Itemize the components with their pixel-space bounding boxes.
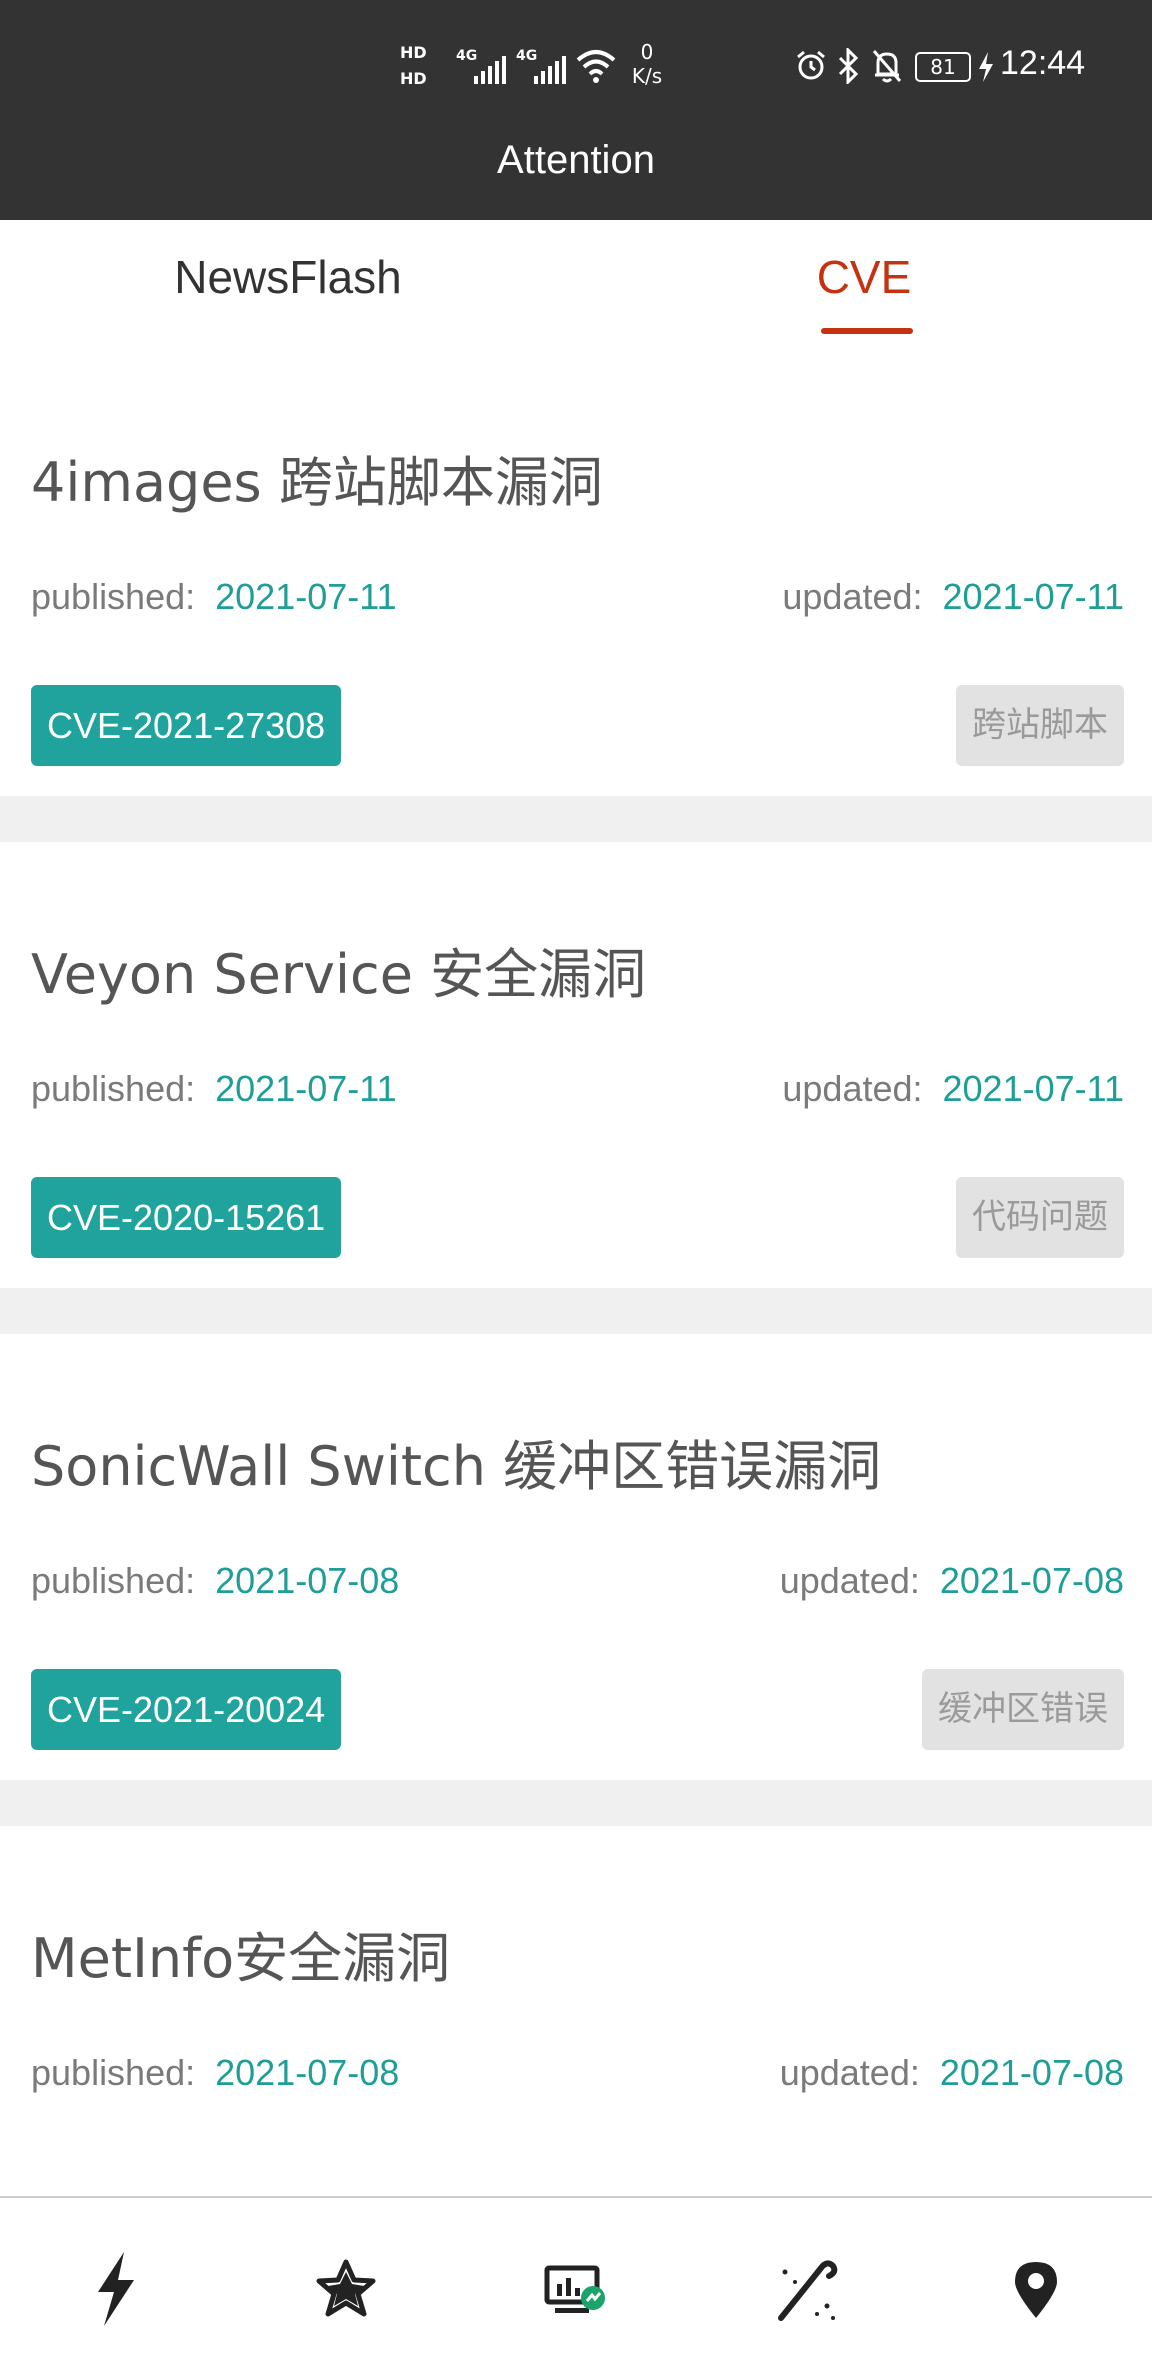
cve-list: 4images 跨站脚本漏洞 published: 2021-07-11 upda… (0, 350, 1152, 2272)
published-info: published: 2021-07-08 (31, 2052, 399, 2094)
signal-bars-icon (474, 56, 506, 84)
hd1-label: HD (400, 43, 427, 62)
published-date: 2021-07-11 (215, 1068, 397, 1109)
clock: 12:44 (1000, 44, 1086, 82)
wifi-icon (576, 50, 616, 83)
tab-cve[interactable]: CVE (576, 250, 1152, 304)
nav-newsflash[interactable] (80, 2248, 150, 2328)
tab-bar: NewsFlash CVE (0, 220, 1152, 350)
published-label: published: (31, 576, 196, 617)
wand-icon (778, 2260, 838, 2321)
mute-bell-icon (872, 50, 902, 83)
published-date: 2021-07-08 (215, 1560, 400, 1601)
updated-date: 2021-07-08 (939, 2052, 1124, 2093)
item-title: MetInfo安全漏洞 (31, 1927, 451, 1990)
active-tab-indicator (821, 328, 913, 334)
page-title: Attention (497, 138, 655, 182)
nav-location[interactable] (1001, 2248, 1071, 2328)
item-title: SonicWall Switch 缓冲区错误漏洞 (31, 1435, 882, 1498)
cve-id-badge[interactable]: CVE-2020-15261 (31, 1177, 342, 1258)
updated-date: 2021-07-08 (939, 1560, 1124, 1601)
updated-label: updated: (779, 2052, 920, 2093)
location-pin-icon (1015, 2262, 1057, 2318)
battery-indicator: 81 (915, 52, 971, 82)
cve-id-badge[interactable]: CVE-2021-20024 (31, 1669, 342, 1750)
updated-label: updated: (779, 1560, 920, 1601)
published-info: published: 2021-07-11 (31, 1068, 397, 1110)
charging-icon (979, 52, 993, 82)
published-label: published: (31, 1068, 196, 1109)
published-label: published: (31, 2052, 196, 2093)
nav-tools[interactable] (771, 2248, 841, 2328)
status-bar: HD HD 4G 4G 0 K/s 81 12:44 (0, 0, 1152, 135)
lightning-icon (98, 2252, 134, 2326)
hd2-label: HD (400, 69, 427, 88)
speed-value: 0 (640, 40, 654, 64)
updated-info: updated: 2021-07-11 (782, 1068, 1124, 1110)
alarm-icon (797, 50, 825, 80)
network-speed: 0 K/s (625, 40, 669, 88)
header-bar: HD HD 4G 4G 0 K/s 81 12:44 Attention (0, 0, 1152, 220)
hd-indicator: HD HD (400, 40, 448, 94)
updated-info: updated: 2021-07-08 (780, 1560, 1124, 1602)
cve-id-badge[interactable]: CVE-2021-27308 (31, 685, 342, 766)
list-item[interactable]: 4images 跨站脚本漏洞 published: 2021-07-11 upda… (0, 350, 1152, 796)
published-label: published: (31, 1560, 196, 1601)
updated-info: updated: 2021-07-08 (780, 2052, 1124, 2094)
updated-date: 2021-07-11 (942, 576, 1124, 617)
monitor-chart-icon (544, 2265, 605, 2313)
published-date: 2021-07-11 (215, 576, 397, 617)
published-info: published: 2021-07-08 (31, 1560, 399, 1602)
star-icon (316, 2259, 376, 2317)
list-item[interactable]: SonicWall Switch 缓冲区错误漏洞 published: 2021-… (0, 1334, 1152, 1780)
tab-newsflash[interactable]: NewsFlash (0, 250, 576, 304)
item-title: 4images 跨站脚本漏洞 (31, 451, 603, 514)
vuln-type-tag: 代码问题 (956, 1177, 1124, 1258)
bluetooth-icon (838, 48, 859, 84)
speed-unit: K/s (631, 64, 663, 88)
divider (0, 1288, 1152, 1334)
updated-info: updated: 2021-07-11 (782, 576, 1124, 618)
bottom-navigation (0, 2196, 1152, 2376)
updated-label: updated: (782, 1068, 923, 1109)
vuln-type-tag: 缓冲区错误 (922, 1669, 1124, 1750)
item-title: Veyon Service 安全漏洞 (31, 943, 647, 1006)
updated-date: 2021-07-11 (942, 1068, 1124, 1109)
published-info: published: 2021-07-11 (31, 576, 397, 618)
divider (0, 1780, 1152, 1826)
list-item[interactable]: Veyon Service 安全漏洞 published: 2021-07-11 … (0, 842, 1152, 1288)
signal-bars-icon (534, 56, 566, 84)
nav-monitor[interactable] (541, 2248, 611, 2328)
nav-favorites[interactable] (311, 2248, 381, 2328)
published-date: 2021-07-08 (215, 2052, 400, 2093)
vuln-type-tag: 跨站脚本 (956, 685, 1124, 766)
updated-label: updated: (782, 576, 923, 617)
divider (0, 796, 1152, 842)
